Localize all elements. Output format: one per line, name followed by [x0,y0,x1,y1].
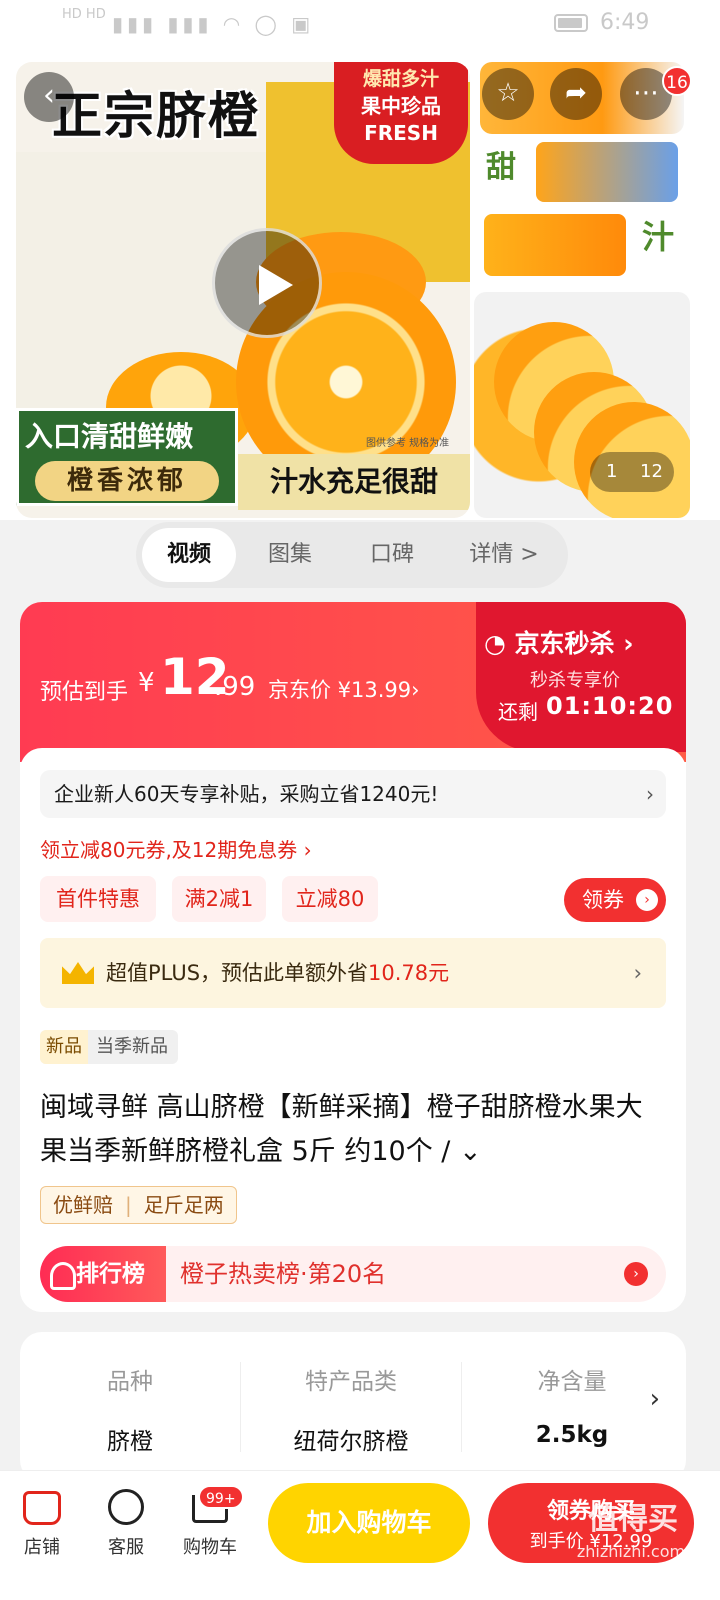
play-icon[interactable] [212,228,322,338]
status-icons: ▮▮▮ ▮▮▮ ◠ ◯ ▣ [112,12,315,36]
seckill-subtitle: 秒杀专享价 [530,670,620,691]
promo-tag: 满2减1 [172,876,266,922]
gallery-thumbnail[interactable]: 汁 [480,210,684,282]
get-coupon-button[interactable]: 领券 › [564,878,666,922]
enterprise-subsidy-banner[interactable]: 企业新人60天专享补贴，采购立省1240元! › [40,770,666,818]
countdown-timer: 01:10:20 [546,692,674,720]
thumb-label: 汁 [642,218,675,256]
seckill-panel[interactable]: ◔ 京东秒杀 › 秒杀专享价 还剩 01:10:20 [476,602,686,752]
plus-saving-amount: 10.78元 [368,961,450,985]
service-icon [108,1489,144,1525]
new-product-tag: 新品 当季新品 [40,1030,178,1064]
currency-symbol: ¥ [138,668,155,698]
star-icon[interactable]: ☆ [482,68,534,120]
battery-icon [554,14,588,32]
message-count-badge: 16 [662,66,692,96]
gallery-pager: 1 12 [590,452,674,492]
tab-gallery[interactable]: 图集 [242,528,338,582]
price-decimal: .99 [214,672,256,702]
jd-price-link[interactable]: 京东价 ¥13.99› [268,674,420,704]
chevron-right-icon[interactable]: › [650,1384,660,1414]
status-bar: HD HD ▮▮▮ ▮▮▮ ◠ ◯ ▣ 6:49 [0,0,720,50]
countdown-label: 还剩 [498,700,538,724]
ranking-banner[interactable]: 排行榜 橙子热卖榜·第20名 › [40,1246,666,1302]
hero-red-tag: 爆甜多汁 果中珍品 FRESH [334,62,468,164]
clock: 6:49 [600,10,650,35]
back-arrow-icon[interactable]: ‹ [24,72,74,122]
product-attributes[interactable]: 品种 脐橙 特产品类 纽荷尔脐橙 净含量 2.5kg › [20,1332,686,1482]
hero-green-banner: 入口清甜鲜嫩 橙香浓郁 [16,408,238,506]
coupon-offer-link[interactable]: 领立减80元券,及12期免息券 › [40,834,312,863]
promo-tag: 立减80 [282,876,378,922]
hero-title: 正宗脐橙 [52,87,260,145]
crown-icon [62,962,94,984]
tab-reviews[interactable]: 口碑 [344,528,440,582]
watermark: 值得买 [588,1502,678,1537]
ranking-text: 橙子热卖榜·第20名 [180,1260,387,1288]
promo-section: 企业新人60天专享补贴，采购立省1240元! › 领立减80元券,及12期免息券… [20,748,686,1312]
price-header: 预估到手 ¥ 12 .99 京东价 ¥13.99› ◔ 京东秒杀 › 秒杀专享价… [20,602,686,762]
tab-video[interactable]: 视频 [142,528,236,582]
seckill-title: ◔ 京东秒杀 › [484,629,634,658]
watermark-url: zhizhizhi.com [576,1542,686,1561]
carrier-label: HD HD [62,7,106,22]
hero-note: 图供参考 规格为准 [366,438,450,449]
gallery-thumbnail[interactable]: 甜 [480,138,684,206]
hero-image[interactable]: 正宗脐橙 爆甜多汁 果中珍品 FRESH ‹ 入口清甜鲜嫩 橙香浓郁 汁水充足很… [16,62,470,518]
attribute-variety: 品种 脐橙 [107,1369,153,1455]
ranking-label: 排行榜 [40,1246,166,1302]
shop-icon [23,1491,61,1525]
service-benefits[interactable]: 优鲜赔 | 足斤足两 [40,1186,237,1224]
customer-service-button[interactable]: 客服 [86,1485,166,1559]
product-title: 闽域寻鲜 高山脐橙【新鲜采摘】橙子甜脐橙水果大果当季新鲜脐橙礼盒 5斤 约10个… [40,1092,643,1167]
estimate-label: 预估到手 [40,680,129,705]
share-icon[interactable]: ➦ [550,68,602,120]
chevron-right-icon: › [646,782,654,806]
cart-badge: 99+ [198,1485,244,1509]
chevron-right-icon: › [636,889,658,911]
add-to-cart-button[interactable]: 加入购物车 [268,1483,470,1563]
plus-member-banner[interactable]: 超值PLUS，预估此单额外省10.78元 › [40,938,666,1008]
thumb-label: 甜 [486,150,516,185]
chevron-right-icon: › [624,1262,648,1286]
tab-details[interactable]: 详情 > [446,528,562,582]
hero-yellow-banner: 汁水充足很甜 [238,454,470,510]
price-card: 预估到手 ¥ 12 .99 京东价 ¥13.99› ◔ 京东秒杀 › 秒杀专享价… [20,602,686,1312]
attribute-category: 特产品类 纽荷尔脐橙 [293,1369,409,1455]
promo-tag: 首件特惠 [40,876,156,922]
chevron-right-icon: › [633,961,642,985]
product-gallery-area: HD HD ▮▮▮ ▮▮▮ ◠ ◯ ▣ 6:49 正宗脐橙 爆甜多汁 果中珍品 … [0,0,720,520]
shop-button[interactable]: 店铺 [2,1485,82,1559]
media-tabs: 视频 图集 口碑 详情 > [136,522,568,588]
